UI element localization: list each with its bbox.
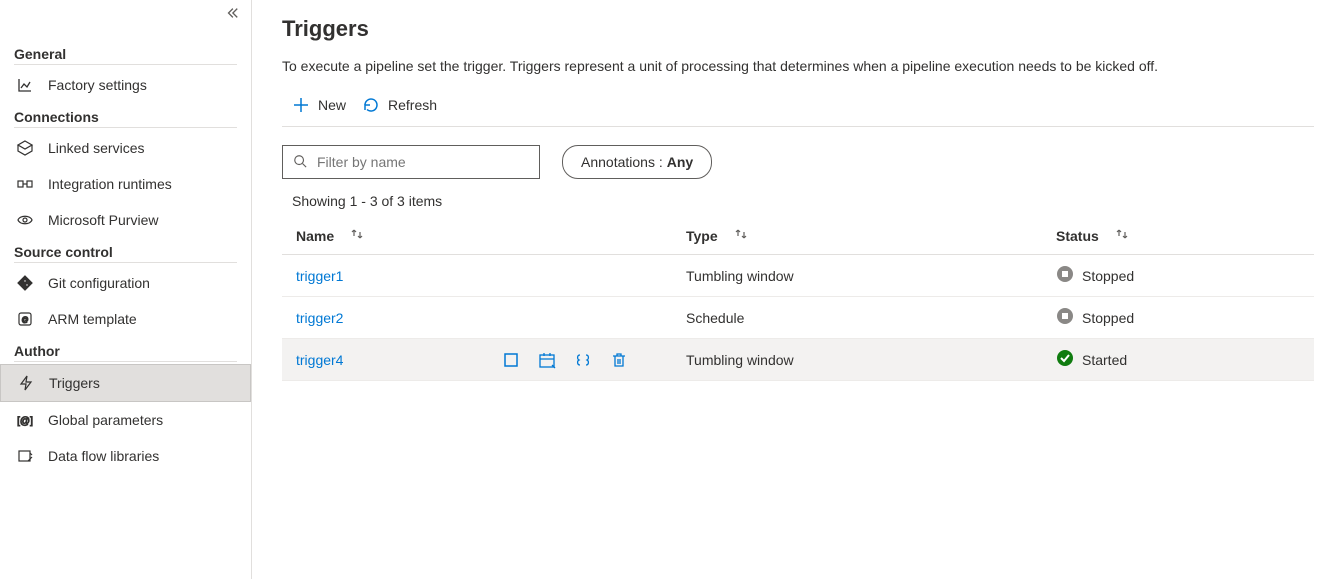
new-label: New: [318, 97, 346, 113]
refresh-button[interactable]: Refresh: [362, 96, 437, 114]
collapse-sidebar-button[interactable]: [225, 6, 239, 23]
annotations-label: Annotations :: [581, 154, 663, 170]
sidebar-item-global-parameters[interactable]: [@] Global parameters: [0, 402, 251, 438]
column-name-header[interactable]: Name: [282, 217, 672, 255]
sidebar-item-microsoft-purview[interactable]: Microsoft Purview: [0, 202, 251, 238]
sidebar-item-factory-settings[interactable]: Factory settings: [0, 67, 251, 103]
library-icon: [16, 447, 34, 465]
status-stopped-icon: [1056, 307, 1074, 328]
page-title: Triggers: [282, 16, 1314, 42]
column-status-header[interactable]: Status: [1042, 217, 1314, 255]
sidebar-item-label: Data flow libraries: [48, 448, 159, 464]
bolt-icon: [17, 374, 35, 392]
code-action-icon[interactable]: [574, 351, 592, 369]
schedule-action-icon[interactable]: [538, 351, 556, 369]
section-title: Connections: [0, 103, 251, 127]
sidebar-item-label: ARM template: [48, 311, 137, 327]
filter-input[interactable]: [315, 153, 529, 171]
sidebar-item-label: Global parameters: [48, 412, 163, 428]
sidebar-item-arm-template[interactable]: @ ARM template: [0, 301, 251, 337]
sort-icon: [350, 228, 364, 244]
toolbar: New Refresh: [282, 92, 1314, 127]
trigger-name-link[interactable]: trigger1: [296, 268, 343, 284]
filter-row: Annotations : Any: [282, 145, 1314, 179]
git-icon: [16, 274, 34, 292]
new-button[interactable]: New: [292, 96, 346, 114]
cube-icon: [16, 139, 34, 157]
sort-icon: [734, 228, 748, 244]
status-started-icon: [1056, 349, 1074, 370]
table-row[interactable]: trigger2 Schedule Stopped: [282, 297, 1314, 339]
row-actions: [502, 351, 658, 369]
trigger-type: Tumbling window: [672, 339, 1042, 381]
plus-icon: [292, 96, 310, 114]
trigger-type: Tumbling window: [672, 255, 1042, 297]
sidebar-item-label: Git configuration: [48, 275, 150, 291]
arm-icon: @: [16, 310, 34, 328]
annotations-value: Any: [667, 154, 693, 170]
table-row[interactable]: trigger1 Tumbling window Stopped: [282, 255, 1314, 297]
sidebar-item-integration-runtimes[interactable]: Integration runtimes: [0, 166, 251, 202]
table-row[interactable]: trigger4 Tumbling window Started: [282, 339, 1314, 381]
filter-input-wrapper[interactable]: [282, 145, 540, 179]
sidebar-item-linked-services[interactable]: Linked services: [0, 130, 251, 166]
sidebar-item-label: Factory settings: [48, 77, 147, 93]
sidebar: General Factory settings Connections Linked…: [0, 0, 252, 579]
sidebar-item-data-flow-libraries[interactable]: Data flow libraries: [0, 438, 251, 474]
refresh-label: Refresh: [388, 97, 437, 113]
sidebar-item-label: Linked services: [48, 140, 145, 156]
section-title: General: [0, 40, 251, 64]
sidebar-item-label: Microsoft Purview: [48, 212, 158, 228]
section-title: Source control: [0, 238, 251, 262]
section-title: Author: [0, 337, 251, 361]
runtime-icon: [16, 175, 34, 193]
stop-action-icon[interactable]: [502, 351, 520, 369]
trigger-name-link[interactable]: trigger4: [296, 352, 343, 368]
status-text: Stopped: [1082, 268, 1134, 284]
column-type-header[interactable]: Type: [672, 217, 1042, 255]
sidebar-item-label: Integration runtimes: [48, 176, 172, 192]
status-text: Stopped: [1082, 310, 1134, 326]
page-description: To execute a pipeline set the trigger. T…: [282, 58, 1314, 74]
chart-icon: [16, 76, 34, 94]
trigger-type: Schedule: [672, 297, 1042, 339]
sidebar-item-git-configuration[interactable]: Git configuration: [0, 265, 251, 301]
param-icon: [@]: [16, 411, 34, 429]
sort-icon: [1115, 228, 1129, 244]
svg-text:@: @: [21, 317, 28, 324]
svg-text:[@]: [@]: [17, 416, 33, 427]
status-text: Started: [1082, 352, 1127, 368]
eye-icon: [16, 211, 34, 229]
sidebar-item-label: Triggers: [49, 375, 100, 391]
results-count: Showing 1 - 3 of 3 items: [292, 193, 1314, 209]
search-icon: [293, 154, 307, 171]
delete-action-icon[interactable]: [610, 351, 628, 369]
main-content: Triggers To execute a pipeline set the t…: [252, 0, 1344, 579]
sidebar-item-triggers[interactable]: Triggers: [0, 364, 251, 402]
annotations-filter[interactable]: Annotations : Any: [562, 145, 712, 179]
refresh-icon: [362, 96, 380, 114]
trigger-name-link[interactable]: trigger2: [296, 310, 343, 326]
triggers-table: Name Type Status trigger1 Tumbling window…: [282, 217, 1314, 381]
status-stopped-icon: [1056, 265, 1074, 286]
